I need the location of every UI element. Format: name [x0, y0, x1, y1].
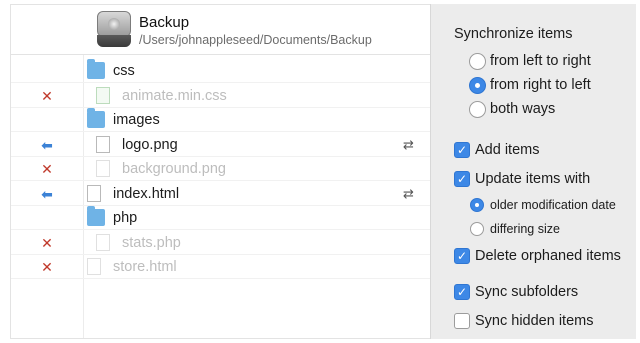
file-row[interactable]: ✕ store.html: [11, 255, 430, 279]
label-older-date: older modification date: [490, 198, 616, 212]
file-icon: [96, 160, 110, 177]
file-row[interactable]: php: [11, 206, 430, 230]
checkbox-sync-hidden[interactable]: [454, 313, 470, 329]
file-name: index.html: [113, 185, 180, 202]
file-row[interactable]: css: [11, 59, 430, 83]
delete-icon: ✕: [41, 161, 53, 177]
checkbox-delete-orphaned[interactable]: ✓: [454, 248, 470, 264]
file-row[interactable]: images: [11, 108, 430, 132]
file-name: css: [113, 63, 135, 79]
label-left-to-right: from left to right: [490, 53, 591, 69]
file-row[interactable]: ⬅ logo.png ⇄: [11, 133, 430, 157]
sync-options-title: Synchronize items: [454, 26, 573, 42]
target-header: Backup /Users/johnappleseed/Documents/Ba…: [11, 5, 430, 55]
file-name: background.png: [122, 161, 226, 177]
label-sync-subfolders: Sync subfolders: [475, 284, 579, 300]
file-name: store.html: [113, 259, 177, 275]
checkbox-add-items[interactable]: ✓: [454, 142, 470, 158]
label-both-ways: both ways: [490, 101, 556, 117]
file-icon: [87, 184, 101, 202]
file-icon: [96, 135, 110, 153]
checkbox-sync-subfolders[interactable]: ✓: [454, 284, 470, 300]
file-icon: [96, 86, 110, 104]
file-row[interactable]: ✕ animate.min.css: [11, 84, 430, 108]
file-row[interactable]: ⬅ index.html ⇄: [11, 182, 430, 206]
delete-icon: ✕: [41, 259, 53, 275]
file-row[interactable]: ✕ background.png: [11, 157, 430, 181]
folder-icon: [87, 108, 105, 128]
radio-older-date[interactable]: [470, 198, 484, 212]
target-title: Backup: [139, 14, 190, 31]
radio-differing-size[interactable]: [470, 222, 484, 236]
copy-left-icon: ⬅: [41, 136, 53, 153]
file-list-pane: Backup /Users/johnappleseed/Documents/Ba…: [10, 4, 430, 339]
target-path: /Users/johnappleseed/Documents/Backup: [139, 33, 372, 47]
file-icon: [96, 233, 110, 251]
merge-icon[interactable]: ⇄: [403, 137, 414, 153]
label-delete-orphaned: Delete orphaned items: [475, 248, 621, 264]
label-update-items: Update items with: [475, 171, 591, 187]
radio-both-ways[interactable]: [469, 101, 486, 118]
file-name: logo.png: [122, 136, 178, 153]
file-name: stats.php: [122, 234, 181, 251]
file-name: images: [113, 112, 160, 128]
file-name: php: [113, 210, 138, 226]
label-right-to-left: from right to left: [490, 77, 591, 93]
copy-left-icon: ⬅: [41, 185, 53, 202]
hard-disk-icon: [97, 11, 131, 47]
folder-icon: [87, 206, 105, 226]
label-sync-hidden: Sync hidden items: [475, 313, 594, 329]
file-icon: [87, 258, 101, 275]
delete-icon: ✕: [41, 234, 53, 251]
radio-right-to-left[interactable]: [469, 77, 486, 94]
file-row[interactable]: ✕ stats.php: [11, 231, 430, 255]
file-name: animate.min.css: [122, 87, 227, 104]
radio-left-to-right[interactable]: [469, 53, 486, 70]
delete-icon: ✕: [41, 87, 53, 104]
checkbox-update-items[interactable]: ✓: [454, 171, 470, 187]
folder-icon: [87, 59, 105, 79]
merge-icon[interactable]: ⇄: [403, 186, 414, 202]
options-panel: Synchronize items from left to right fro…: [430, 4, 636, 339]
label-add-items: Add items: [475, 142, 540, 158]
label-differing-size: differing size: [490, 222, 560, 236]
